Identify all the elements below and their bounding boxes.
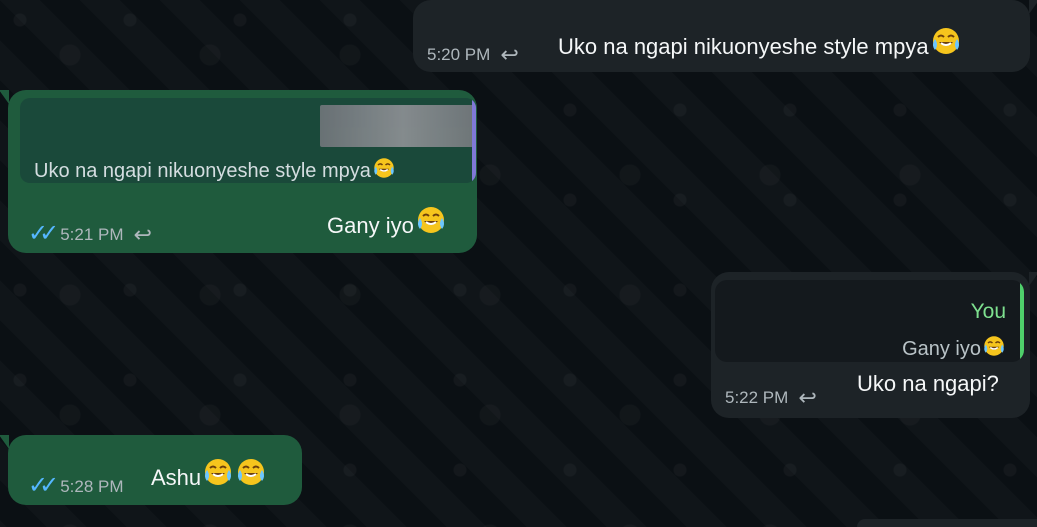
quoted-text: Gany iyo [902,334,1006,361]
reply-icon[interactable]: ↩ [134,224,152,246]
blurred-sender-name [320,105,476,147]
tears-of-joy-emoji-icon [982,334,1006,358]
message-time: 5:21 PM [60,225,124,244]
quoted-message[interactable]: You Gany iyo [715,280,1024,362]
quote-bar [1020,280,1024,362]
message-bubble-outgoing-2[interactable]: You Gany iyo 5:22 PM ↩ Uko na ngapi? [711,272,1037,418]
message-meta: ✓✓ 5:21 PM ↩ [28,220,152,247]
message-bubble-incoming-2[interactable]: ✓✓ 5:28 PM Ashu [0,435,302,505]
message-time: 5:22 PM [725,388,789,407]
message-time: 5:28 PM [60,477,124,496]
message-meta: 5:20 PM ↩ [427,44,519,66]
message-bubble-outgoing-1[interactable]: 5:20 PM ↩ Uko na ngapi nikuonyeshe style… [413,0,1037,72]
message-text: Uko na ngapi? [857,371,999,396]
quoted-message[interactable]: Uko na ngapi nikuonyeshe style mpya [20,98,476,183]
message-time: 5:20 PM [427,45,491,64]
quote-bar [472,98,476,183]
reply-label: You [970,300,1006,323]
quoted-text: Uko na ngapi nikuonyeshe style mpya [34,156,396,183]
message-text: Uko na ngapi nikuonyeshe style mpya [558,25,962,58]
tears-of-joy-emoji-icon [202,456,234,488]
tears-of-joy-emoji-icon [930,25,962,57]
reply-icon[interactable]: ↩ [798,387,816,409]
tears-of-joy-emoji-icon [415,204,447,236]
double-check-icon: ✓✓ [28,220,59,247]
message-text: Gany iyo [327,204,447,237]
partial-outgoing-bubble [857,519,1037,527]
message-meta: 5:22 PM ↩ [725,387,817,409]
reply-icon[interactable]: ↩ [500,44,518,66]
message-text: Ashu [151,456,267,489]
tears-of-joy-emoji-icon [372,156,396,180]
message-meta: ✓✓ 5:28 PM [28,472,124,499]
double-check-icon: ✓✓ [28,472,59,499]
tears-of-joy-emoji-icon [235,456,267,488]
message-bubble-incoming-1[interactable]: Uko na ngapi nikuonyeshe style mpya Gany… [0,90,477,253]
